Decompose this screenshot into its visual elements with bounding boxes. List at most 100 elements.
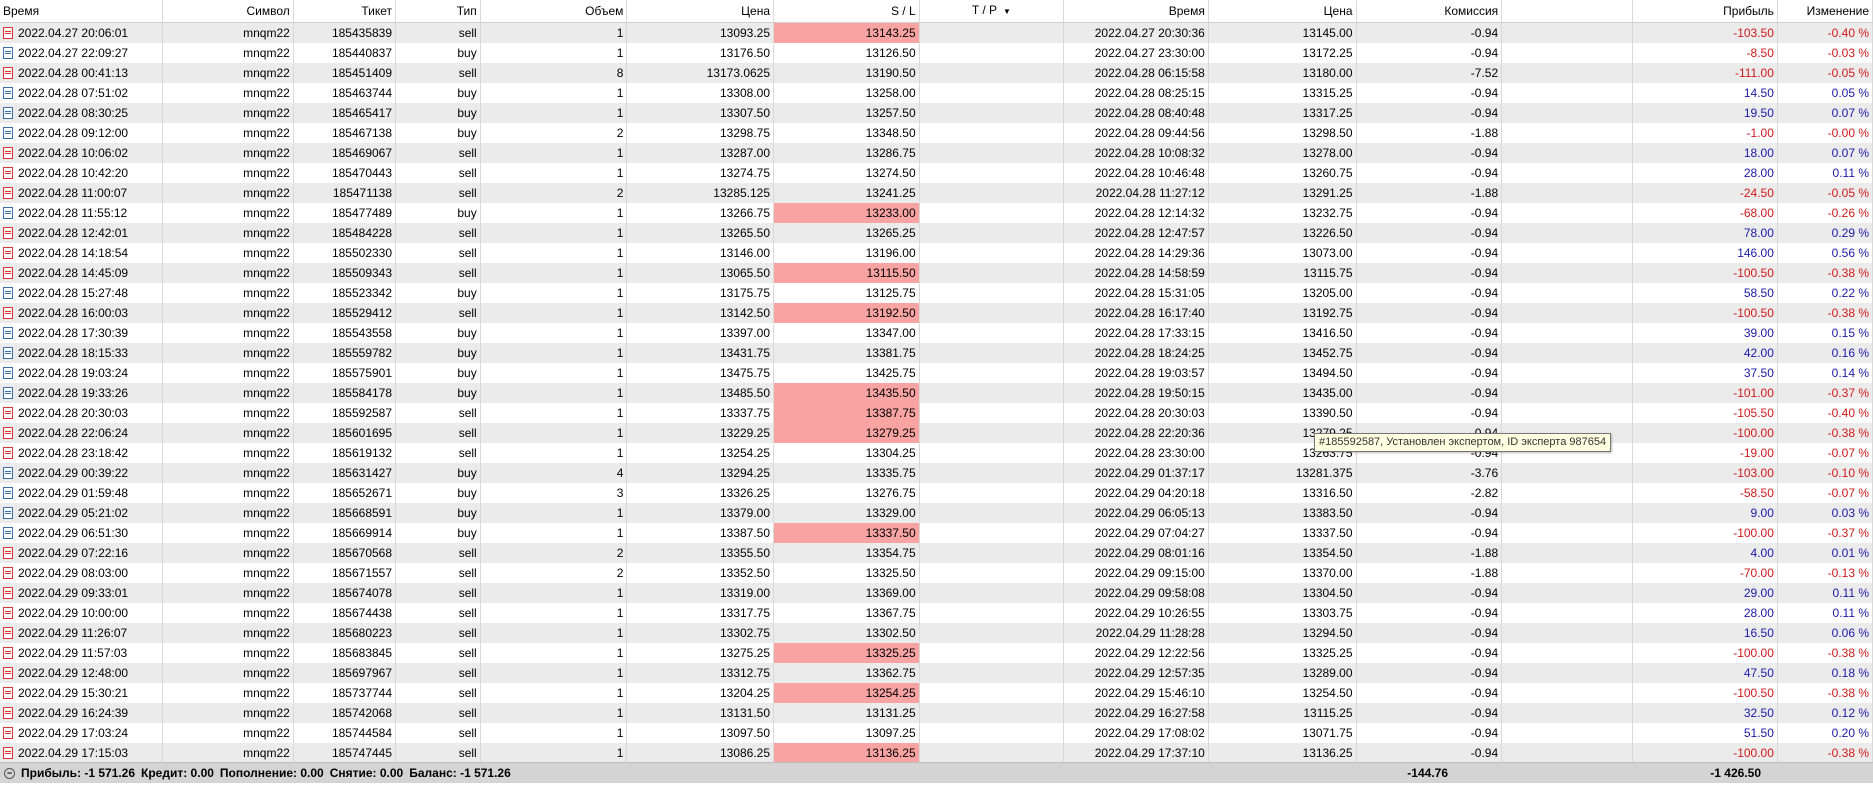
header-change[interactable]: Изменение [1777, 0, 1873, 23]
trade-sell-icon [3, 547, 13, 559]
cell-tp [919, 203, 1065, 223]
table-row[interactable]: 2022.04.29 17:03:24 mnqm22 185744584 sell 1 1… [0, 723, 1873, 743]
table-row[interactable]: 2022.04.29 09:33:01 mnqm22 185674078 sell 1 1… [0, 583, 1873, 603]
cell-sl: 13367.75 [773, 603, 920, 623]
header-ticket[interactable]: Тикет [293, 0, 397, 23]
cell-ticket: 185469067 [293, 143, 397, 163]
header-close-price[interactable]: Цена [1208, 0, 1357, 23]
header-profit[interactable]: Прибыль [1632, 0, 1778, 23]
cell-time: 2022.04.29 11:26:07 [0, 623, 163, 643]
table-row[interactable]: 2022.04.28 09:12:00 mnqm22 185467138 buy 2 13… [0, 123, 1873, 143]
cell-price: 13379.00 [626, 503, 775, 523]
header-time[interactable]: Время [0, 0, 163, 23]
cell-symbol: mnqm22 [162, 143, 294, 163]
minus-circle-icon[interactable]: − [4, 768, 15, 780]
cell-ticket: 185631427 [293, 463, 397, 483]
cell-tp [919, 583, 1065, 603]
open-time: 2022.04.28 17:30:39 [18, 326, 129, 340]
cell-close-price: 13303.75 [1208, 603, 1357, 623]
cell-close-time: 2022.04.28 08:25:15 [1063, 83, 1209, 103]
table-row[interactable]: 2022.04.28 11:00:07 mnqm22 185471138 sell 2 1… [0, 183, 1873, 203]
table-row[interactable]: 2022.04.29 06:51:30 mnqm22 185669914 buy 1 13… [0, 523, 1873, 543]
table-row[interactable]: 2022.04.28 00:41:13 mnqm22 185451409 sell 8 1… [0, 63, 1873, 83]
table-row[interactable]: 2022.04.28 18:15:33 mnqm22 185559782 buy 1 13… [0, 343, 1873, 363]
table-row[interactable]: 2022.04.28 20:30:03 mnqm22 185592587 sell 1 1… [0, 403, 1873, 423]
header-type[interactable]: Тип [395, 0, 481, 23]
table-row[interactable]: 2022.04.28 19:33:26 mnqm22 185584178 buy 1 13… [0, 383, 1873, 403]
table-row[interactable]: 2022.04.29 08:03:00 mnqm22 185671557 sell 2 1… [0, 563, 1873, 583]
table-row[interactable]: 2022.04.28 16:00:03 mnqm22 185529412 sell 1 1… [0, 303, 1873, 323]
cell-time: 2022.04.27 20:06:01 [0, 22, 163, 43]
header-symbol[interactable]: Символ [162, 0, 294, 23]
cell-close-price: 13354.50 [1208, 543, 1357, 563]
header-volume[interactable]: Объем [480, 0, 628, 23]
trade-sell-icon [3, 667, 13, 679]
table-row[interactable]: 2022.04.29 17:15:03 mnqm22 185747445 sell 1 1… [0, 743, 1873, 763]
table-row[interactable]: 2022.04.28 12:42:01 mnqm22 185484228 sell 1 1… [0, 223, 1873, 243]
cell-type: buy [395, 203, 481, 223]
cell-sl: 13304.25 [773, 443, 920, 463]
cell-profit: -58.50 [1632, 483, 1778, 503]
cell-close-price: 13337.50 [1208, 523, 1357, 543]
table-row[interactable]: 2022.04.29 05:21:02 mnqm22 185668591 buy 1 13… [0, 503, 1873, 523]
cell-sl: 13279.25 [773, 423, 920, 443]
table-row[interactable]: 2022.04.29 15:30:21 mnqm22 185737744 sell 1 1… [0, 683, 1873, 703]
table-row[interactable]: 2022.04.27 22:09:27 mnqm22 185440837 buy 1 13… [0, 43, 1873, 63]
header-tp[interactable]: T / P ▼ [919, 0, 1065, 23]
cell-price: 13475.75 [626, 363, 775, 383]
cell-close-price: 13452.75 [1208, 343, 1357, 363]
table-row[interactable]: 2022.04.29 12:48:00 mnqm22 185697967 sell 1 1… [0, 663, 1873, 683]
table-row[interactable]: 2022.04.28 10:06:02 mnqm22 185469067 sell 1 1… [0, 143, 1873, 163]
cell-commission: -0.94 [1356, 363, 1503, 383]
trade-buy-icon [3, 207, 13, 219]
trade-buy-icon [3, 367, 13, 379]
header-swap[interactable] [1501, 0, 1634, 23]
header-price[interactable]: Цена [626, 0, 775, 23]
header-commission[interactable]: Комиссия [1356, 0, 1503, 23]
table-row[interactable]: 2022.04.28 07:51:02 mnqm22 185463744 buy 1 13… [0, 83, 1873, 103]
cell-symbol: mnqm22 [162, 183, 294, 203]
table-row[interactable]: 2022.04.29 11:57:03 mnqm22 185683845 sell 1 1… [0, 643, 1873, 663]
cell-symbol: mnqm22 [162, 283, 294, 303]
table-row[interactable]: 2022.04.27 20:06:01 mnqm22 185435839 sell 1 1… [0, 22, 1873, 43]
cell-change: 0.07 % [1777, 103, 1873, 123]
table-row[interactable]: 2022.04.28 19:03:24 mnqm22 185575901 buy 1 13… [0, 363, 1873, 383]
table-row[interactable]: 2022.04.28 14:45:09 mnqm22 185509343 sell 1 1… [0, 263, 1873, 283]
cell-close-time: 2022.04.28 16:17:40 [1063, 303, 1209, 323]
cell-profit: 16.50 [1632, 623, 1778, 643]
cell-price: 13173.0625 [626, 63, 775, 83]
header-close-time[interactable]: Время [1063, 0, 1209, 23]
table-row[interactable]: 2022.04.29 00:39:22 mnqm22 185631427 buy 4 13… [0, 463, 1873, 483]
cell-close-price: 13289.00 [1208, 663, 1357, 683]
open-time: 2022.04.28 16:00:03 [18, 306, 129, 320]
cell-profit: 32.50 [1632, 703, 1778, 723]
table-row[interactable]: 2022.04.28 17:30:39 mnqm22 185543558 buy 1 13… [0, 323, 1873, 343]
cell-volume: 1 [480, 22, 628, 43]
cell-price: 13086.25 [626, 743, 775, 763]
trade-sell-icon [3, 227, 13, 239]
table-row[interactable]: 2022.04.29 07:22:16 mnqm22 185670568 sell 2 1… [0, 543, 1873, 563]
table-row[interactable]: 2022.04.29 16:24:39 mnqm22 185742068 sell 1 1… [0, 703, 1873, 723]
table-row[interactable]: 2022.04.28 08:30:25 mnqm22 185465417 buy 1 13… [0, 103, 1873, 123]
table-row[interactable]: 2022.04.29 10:00:00 mnqm22 185674438 sell 1 1… [0, 603, 1873, 623]
cell-close-time: 2022.04.28 23:30:00 [1063, 443, 1209, 463]
cell-profit: -103.50 [1632, 22, 1778, 43]
cell-profit: -68.00 [1632, 203, 1778, 223]
cell-tp [919, 523, 1065, 543]
cell-profit: 4.00 [1632, 543, 1778, 563]
cell-time: 2022.04.29 00:39:22 [0, 463, 163, 483]
table-row[interactable]: 2022.04.28 10:42:20 mnqm22 185470443 sell 1 1… [0, 163, 1873, 183]
header-sl[interactable]: S / L [773, 0, 920, 23]
cell-close-time: 2022.04.29 17:37:10 [1063, 743, 1209, 763]
table-row[interactable]: 2022.04.28 14:18:54 mnqm22 185502330 sell 1 1… [0, 243, 1873, 263]
cell-ticket: 185559782 [293, 343, 397, 363]
table-row[interactable]: 2022.04.28 15:27:48 mnqm22 185523342 buy 1 13… [0, 283, 1873, 303]
cell-type: buy [395, 383, 481, 403]
table-row[interactable]: 2022.04.29 11:26:07 mnqm22 185680223 sell 1 1… [0, 623, 1873, 643]
table-row[interactable]: 2022.04.29 01:59:48 mnqm22 185652671 buy 3 13… [0, 483, 1873, 503]
cell-time: 2022.04.28 20:30:03 [0, 403, 163, 423]
cell-type: sell [395, 663, 481, 683]
cell-type: buy [395, 123, 481, 143]
cell-symbol: mnqm22 [162, 163, 294, 183]
table-row[interactable]: 2022.04.28 11:55:12 mnqm22 185477489 buy 1 13… [0, 203, 1873, 223]
